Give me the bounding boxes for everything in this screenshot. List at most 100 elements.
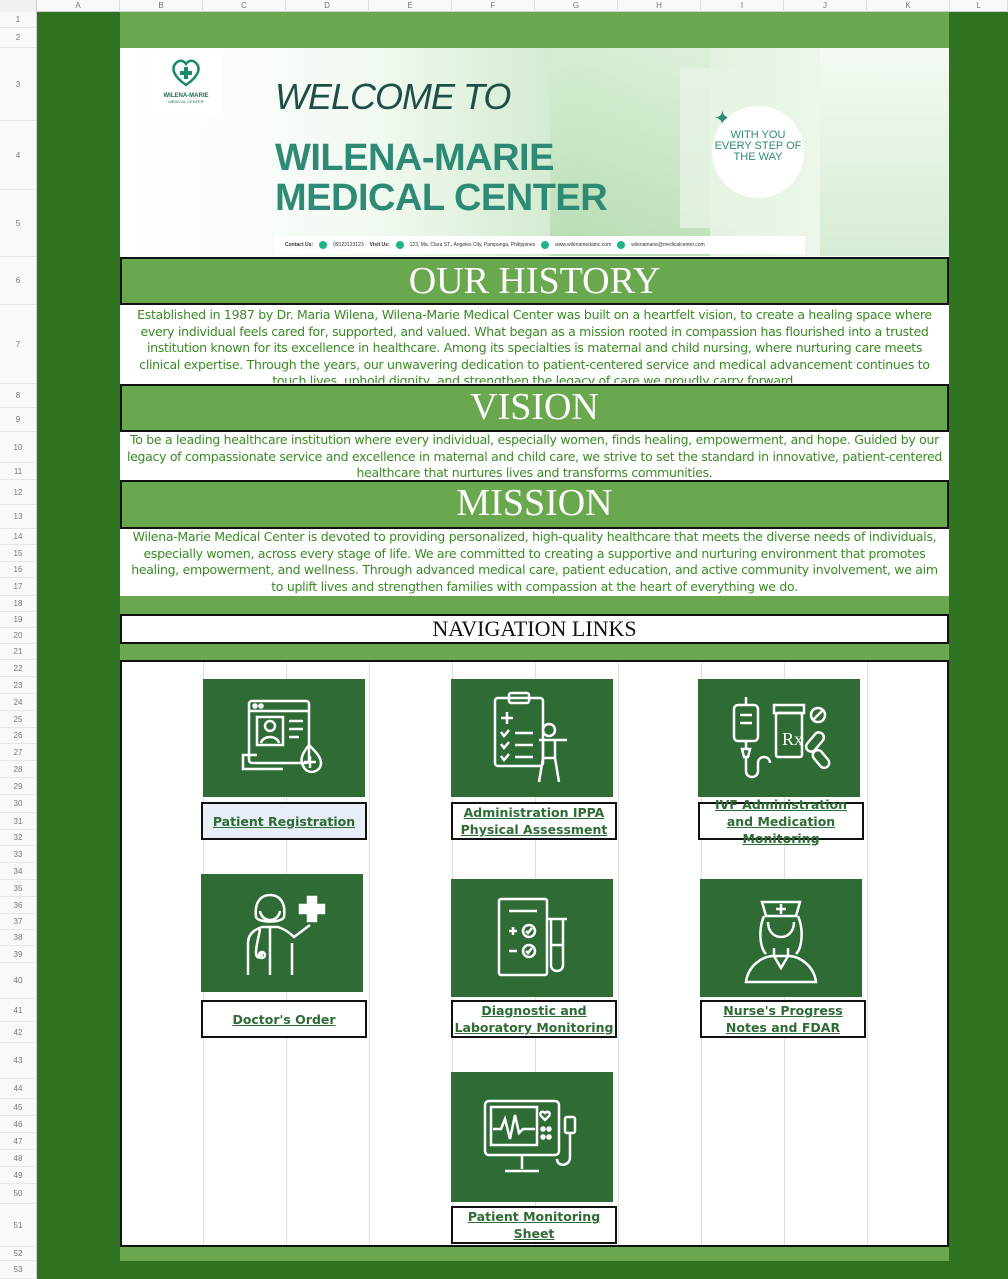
row-header-20[interactable]: 20 <box>0 628 36 644</box>
history-heading: OUR HISTORY <box>120 257 949 305</box>
row-header-25[interactable]: 25 <box>0 711 36 728</box>
patient-registration-tile[interactable] <box>203 679 365 797</box>
svg-text:Rx: Rx <box>782 729 803 749</box>
row-header-13[interactable]: 13 <box>0 505 36 529</box>
row-header-23[interactable]: 23 <box>0 677 36 694</box>
welcome-heading: WELCOME TO <box>275 76 511 117</box>
phone-number: 09123123123 <box>333 242 364 248</box>
row-header-12[interactable]: 12 <box>0 480 36 505</box>
column-header-e[interactable]: E <box>369 0 452 12</box>
nurse-progress-notes-tile[interactable] <box>700 879 862 997</box>
row-header-48[interactable]: 48 <box>0 1150 36 1167</box>
column-header-k[interactable]: K <box>867 0 950 12</box>
row-header-31[interactable]: 31 <box>0 813 36 830</box>
ivf-administration-link[interactable]: IVF Administration and Medication Monito… <box>698 797 864 846</box>
row-header-18[interactable]: 18 <box>0 596 36 612</box>
doctors-order-link[interactable]: Doctor's Order <box>201 1000 367 1038</box>
row-header-40[interactable]: 40 <box>0 963 36 999</box>
column-header-c[interactable]: C <box>203 0 286 12</box>
row-header-8[interactable]: 8 <box>0 384 36 408</box>
row-header-49[interactable]: 49 <box>0 1167 36 1184</box>
row-header-37[interactable]: 37 <box>0 914 36 930</box>
administration-ippa-link[interactable]: Administration IPPA Physical Assessment <box>451 802 617 840</box>
row-header-29[interactable]: 29 <box>0 778 36 795</box>
column-header-a[interactable]: A <box>37 0 120 12</box>
row-header-3[interactable]: 3 <box>0 48 36 121</box>
row-header-22[interactable]: 22 <box>0 660 36 677</box>
email-icon <box>617 241 626 249</box>
row-header-36[interactable]: 36 <box>0 897 36 914</box>
row-header-39[interactable]: 39 <box>0 946 36 963</box>
column-header-i[interactable]: I <box>701 0 784 12</box>
grid-line <box>618 662 619 1245</box>
column-header-l[interactable]: L <box>950 0 1008 12</box>
row-header-44[interactable]: 44 <box>0 1079 36 1099</box>
row-header-35[interactable]: 35 <box>0 880 36 897</box>
row-header-2[interactable]: 2 <box>0 28 36 48</box>
logo-subtitle: MEDICAL CENTER <box>168 99 204 104</box>
vision-text: To be a leading healthcare institution w… <box>120 432 949 480</box>
row-header-4[interactable]: 4 <box>0 121 36 190</box>
row-header-7[interactable]: 7 <box>0 305 36 384</box>
contact-bar: Contact Us: 09123123123 Visit Us: 123, M… <box>275 236 805 254</box>
row-header-14[interactable]: 14 <box>0 529 36 545</box>
tagline-badge: WITH YOU EVERY STEP OF THE WAY <box>712 106 804 198</box>
mission-heading: MISSION <box>120 480 949 529</box>
column-header-g[interactable]: G <box>535 0 618 12</box>
row-header-11[interactable]: 11 <box>0 463 36 480</box>
bottom-green-band <box>120 1261 949 1279</box>
address-text: 123, Ma. Clara ST., Angeles City, Pampan… <box>409 242 536 248</box>
column-header-d[interactable]: D <box>286 0 369 12</box>
doctor-icon <box>246 893 326 975</box>
row-header-38[interactable]: 38 <box>0 930 36 946</box>
row-header-17[interactable]: 17 <box>0 578 36 596</box>
nurse-progress-notes-link[interactable]: Nurse's Progress Notes and FDAR <box>700 1000 866 1038</box>
patient-monitoring-tile[interactable] <box>451 1072 613 1202</box>
select-all-corner[interactable] <box>0 0 37 12</box>
administration-ippa-tile[interactable] <box>451 679 613 797</box>
row-header-34[interactable]: 34 <box>0 863 36 880</box>
row-header-26[interactable]: 26 <box>0 728 36 744</box>
row-header-51[interactable]: 51 <box>0 1204 36 1247</box>
row-header-19[interactable]: 19 <box>0 612 36 628</box>
row-header-15[interactable]: 15 <box>0 545 36 562</box>
hallway-wall <box>820 48 949 256</box>
ivf-administration-tile[interactable]: Rx <box>698 679 860 797</box>
row-header-16[interactable]: 16 <box>0 562 36 578</box>
diagnostic-laboratory-tile[interactable] <box>451 879 613 997</box>
row-header-45[interactable]: 45 <box>0 1099 36 1116</box>
row-header-32[interactable]: 32 <box>0 830 36 846</box>
patient-monitoring-link[interactable]: Patient Monitoring Sheet <box>451 1206 617 1244</box>
row-header-24[interactable]: 24 <box>0 694 36 711</box>
row-header-21[interactable]: 21 <box>0 644 36 660</box>
patient-registration-link[interactable]: Patient Registration <box>201 802 367 840</box>
row-header-9[interactable]: 9 <box>0 408 36 432</box>
row-header-41[interactable]: 41 <box>0 999 36 1022</box>
row-header-1[interactable]: 1 <box>0 12 36 28</box>
row-header-46[interactable]: 46 <box>0 1116 36 1133</box>
row-header-43[interactable]: 43 <box>0 1043 36 1079</box>
row-header-53[interactable]: 53 <box>0 1261 36 1279</box>
column-header-b[interactable]: B <box>120 0 203 12</box>
row-header-27[interactable]: 27 <box>0 744 36 761</box>
doctors-order-tile[interactable] <box>201 874 363 992</box>
row-header-30[interactable]: 30 <box>0 795 36 813</box>
row-header-47[interactable]: 47 <box>0 1133 36 1150</box>
row-header-52[interactable]: 52 <box>0 1247 36 1261</box>
iv-medication-icon: Rx <box>732 697 831 779</box>
row-header-10[interactable]: 10 <box>0 432 36 463</box>
patient-monitor-icon <box>483 1099 577 1173</box>
column-header-h[interactable]: H <box>618 0 701 12</box>
contact-label: Contact Us: <box>285 242 314 248</box>
row-header-33[interactable]: 33 <box>0 846 36 863</box>
row-header-28[interactable]: 28 <box>0 761 36 778</box>
row-header-5[interactable]: 5 <box>0 190 36 257</box>
row-header-50[interactable]: 50 <box>0 1184 36 1204</box>
column-header-j[interactable]: J <box>784 0 867 12</box>
patient-registration-icon <box>241 699 323 774</box>
row-header-6[interactable]: 6 <box>0 257 36 305</box>
row-header-42[interactable]: 42 <box>0 1022 36 1043</box>
green-strip-row-52 <box>120 1247 949 1261</box>
column-header-f[interactable]: F <box>452 0 535 12</box>
diagnostic-laboratory-link[interactable]: Diagnostic and Laboratory Monitoring <box>451 1000 617 1038</box>
